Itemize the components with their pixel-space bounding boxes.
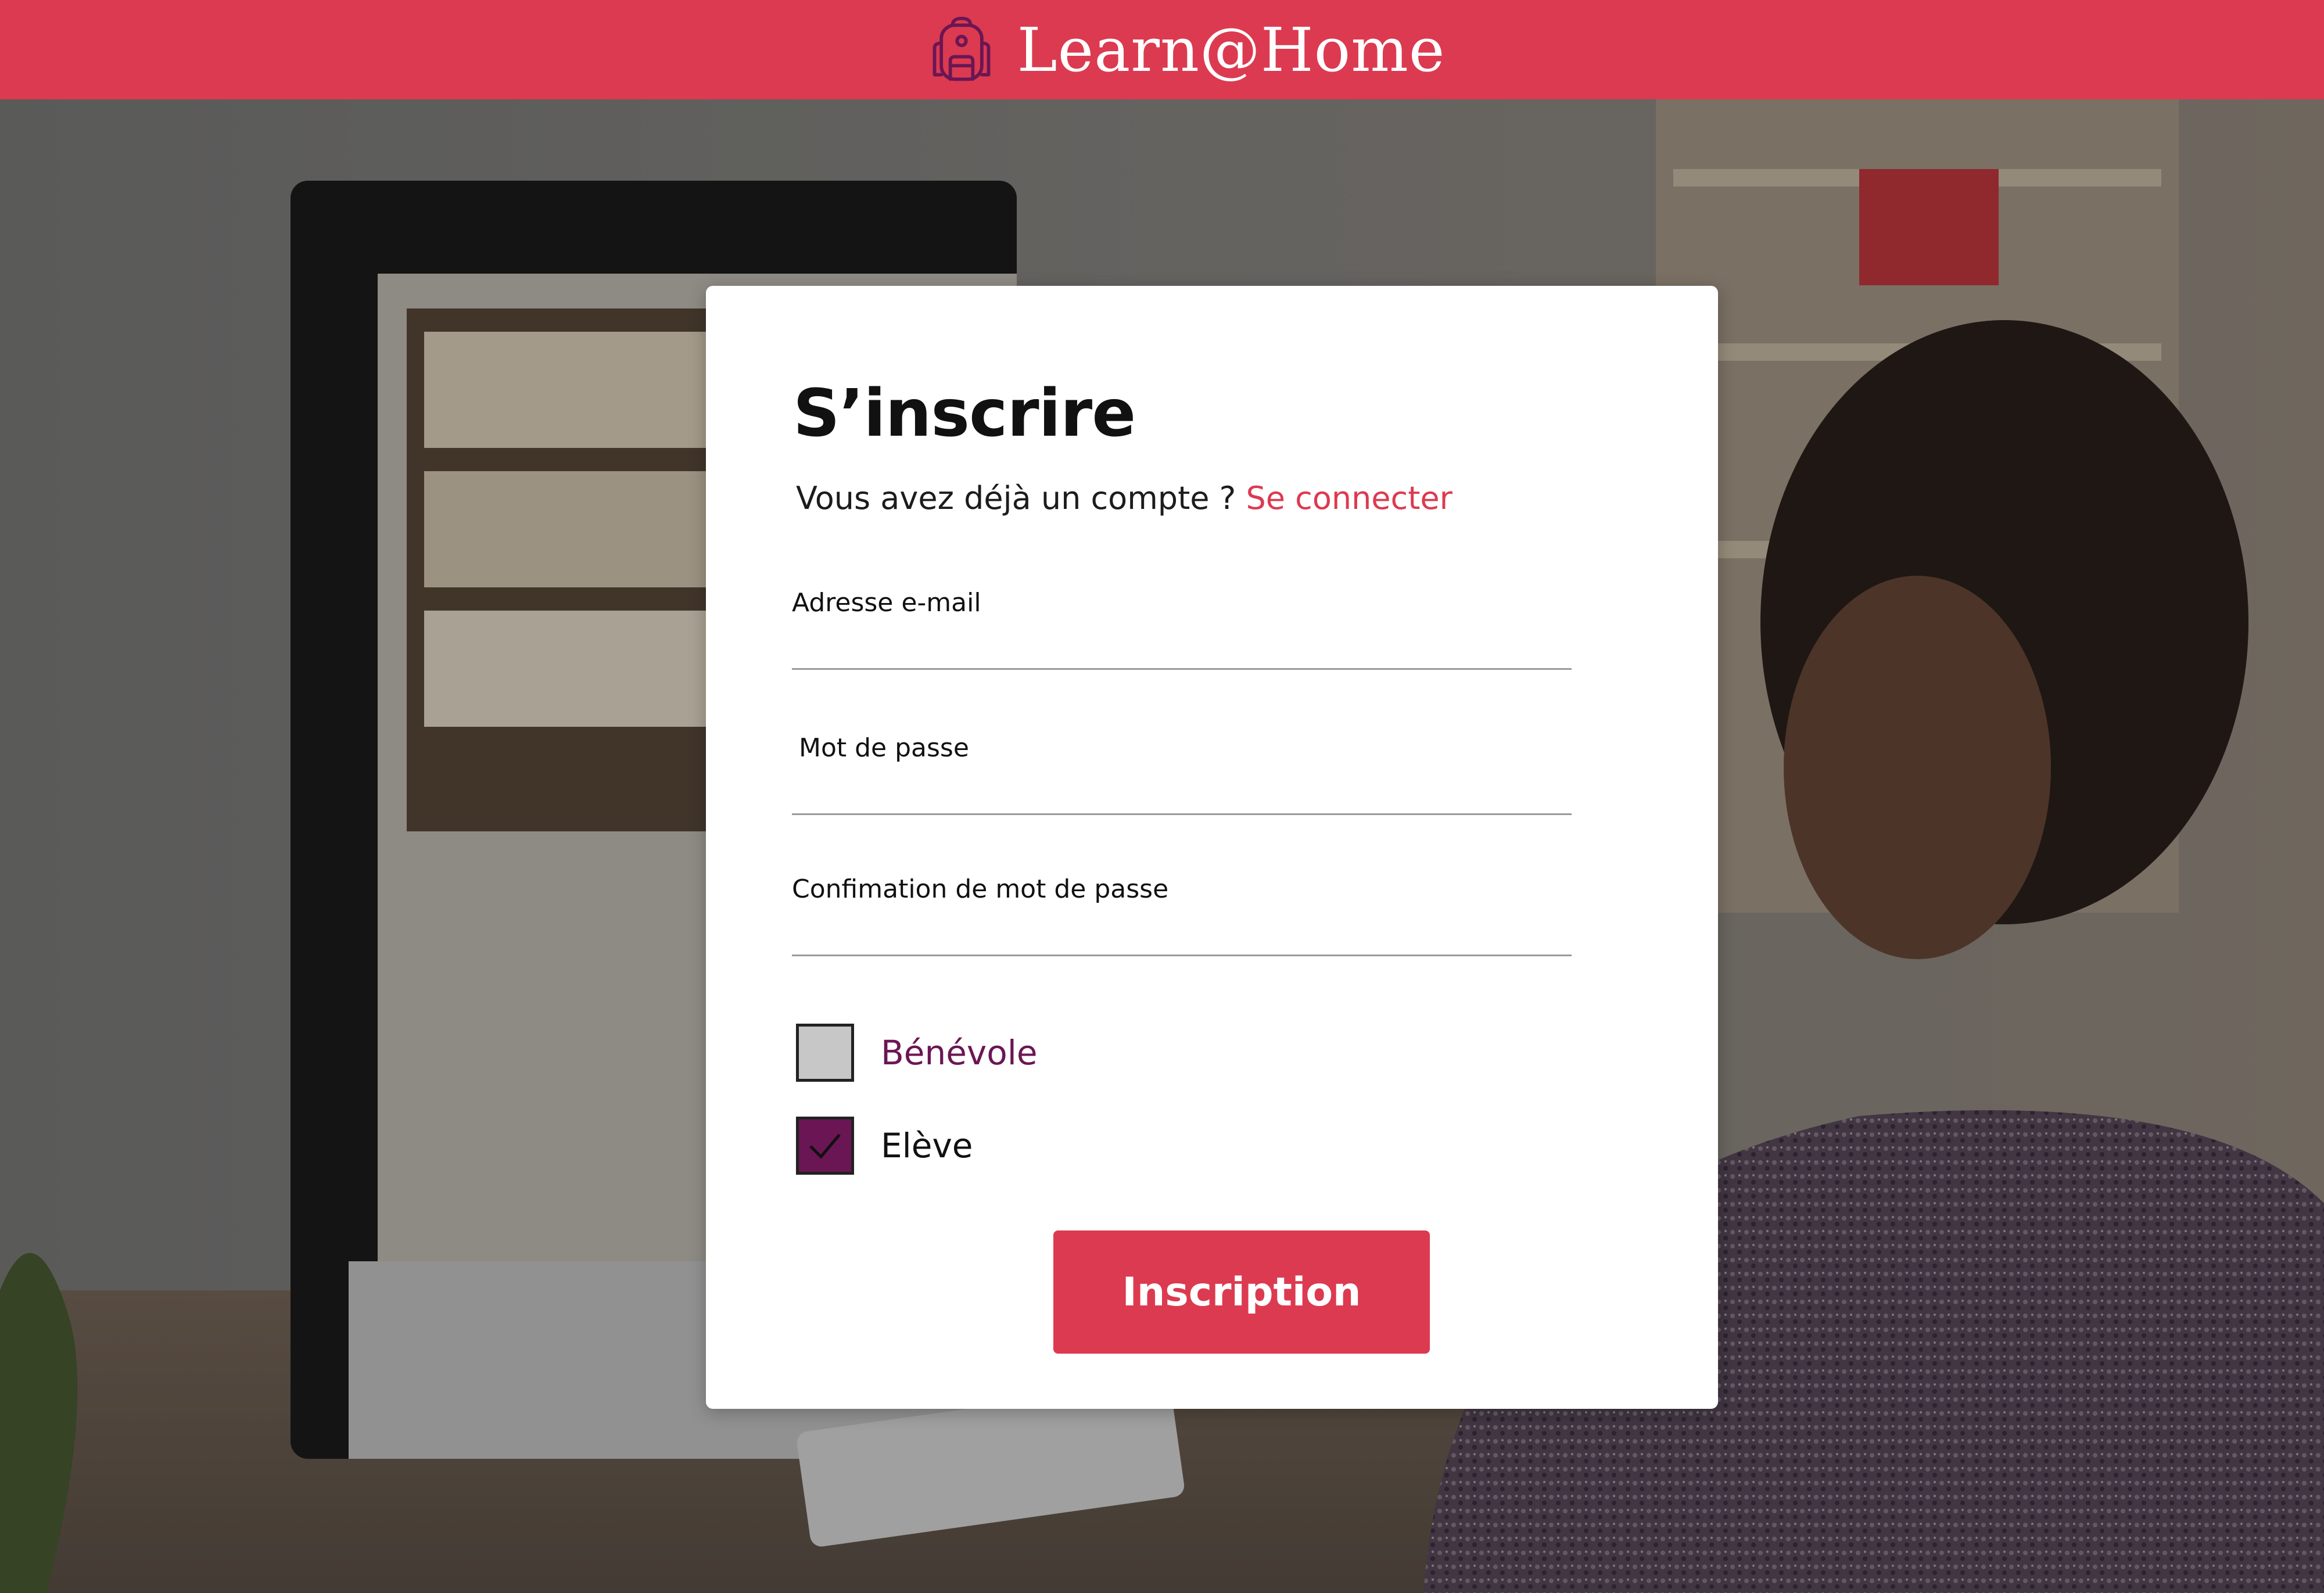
benevole-checkbox[interactable] — [796, 1024, 854, 1082]
login-link[interactable]: Se connecter — [1246, 480, 1452, 516]
benevole-label[interactable]: Bénévole — [881, 1033, 1038, 1072]
role-benevole-option[interactable]: Bénévole — [796, 1024, 1038, 1082]
login-prompt: Vous avez déjà un compte ? Se connecter — [796, 480, 1452, 516]
top-header: Learn@Home — [0, 0, 2324, 99]
signup-button[interactable]: Inscription — [1053, 1230, 1430, 1354]
email-field: Adresse e-mail — [792, 588, 1572, 670]
confirm-password-label: Confimation de mot de passe — [792, 874, 1169, 904]
brand-title: Learn@Home — [1017, 14, 1446, 85]
email-label: Adresse e-mail — [792, 588, 981, 618]
eleve-checkbox[interactable] — [796, 1117, 854, 1175]
checkmark-icon — [809, 1133, 841, 1159]
password-label: Mot de passe — [799, 733, 969, 763]
eleve-label[interactable]: Elève — [881, 1126, 973, 1165]
password-field: Mot de passe — [792, 733, 1572, 815]
login-prompt-text: Vous avez déjà un compte ? — [796, 480, 1246, 516]
brand[interactable]: Learn@Home — [926, 14, 1446, 86]
password-input[interactable] — [792, 774, 1572, 815]
email-input[interactable] — [792, 629, 1572, 670]
confirm-password-input[interactable] — [792, 916, 1572, 956]
signup-card: S’inscrire Vous avez déjà un compte ? Se… — [706, 286, 1718, 1409]
role-eleve-option[interactable]: Elève — [796, 1117, 973, 1175]
page-title: S’inscrire — [793, 376, 1136, 451]
backpack-icon — [933, 16, 991, 81]
confirm-password-field: Confimation de mot de passe — [792, 874, 1572, 956]
